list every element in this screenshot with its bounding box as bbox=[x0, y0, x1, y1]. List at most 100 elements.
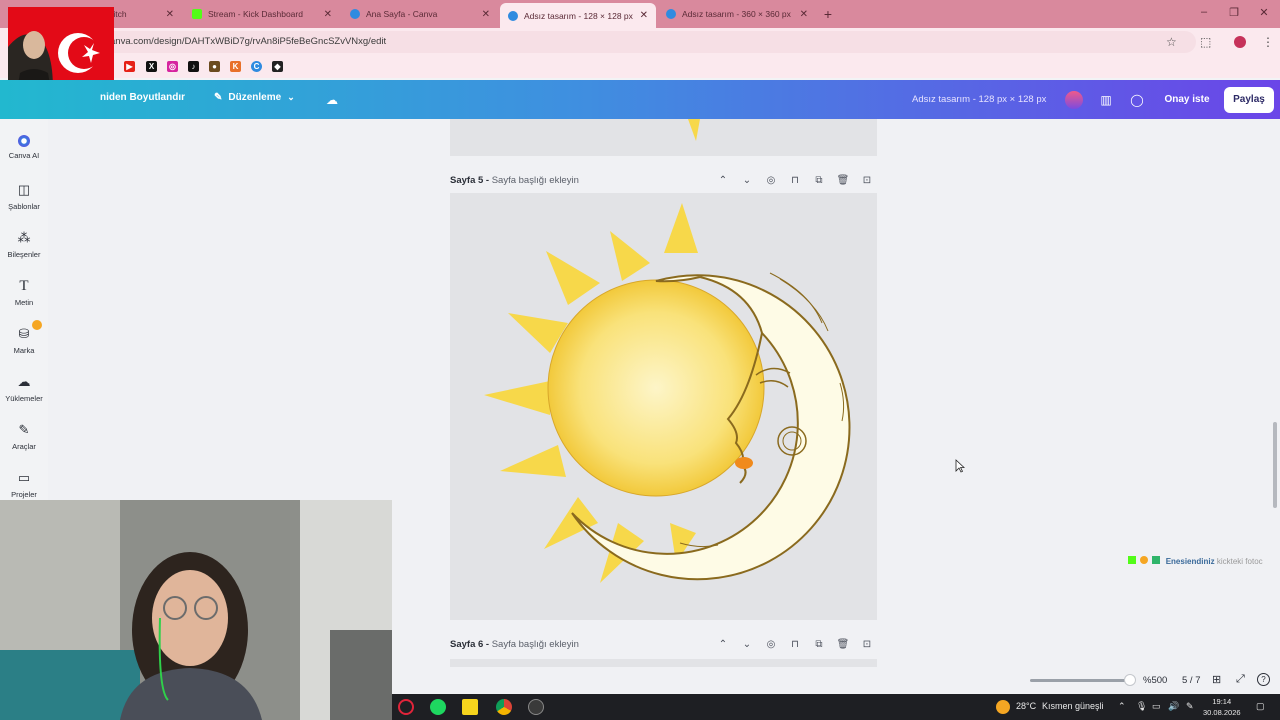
weather-icon bbox=[996, 700, 1010, 714]
lock-icon[interactable]: ⊓ bbox=[788, 175, 802, 186]
more-menu-icon[interactable]: ⋮ bbox=[1262, 35, 1274, 49]
request-approval-button[interactable]: Onay iste bbox=[1158, 87, 1216, 113]
pen-icon[interactable]: ✎ bbox=[1186, 701, 1194, 712]
edit-mode-dropdown[interactable]: ✎ Düzenleme ⌄ bbox=[214, 92, 295, 103]
os-taskbar: 28°C Kısmen güneşli ⌃ 🎙 ▭ 🔊 ✎ ▢ bbox=[392, 694, 1280, 720]
sidebar-item-brand[interactable]: ⛁ Marka bbox=[0, 320, 48, 355]
sidebar-item-canva-ai[interactable]: Canva AI bbox=[0, 135, 48, 160]
url-text: anva.com/design/DAHTxWBiD7g/rvAn8iP5feBe… bbox=[110, 36, 387, 47]
sidebar-item-tools[interactable]: ✎ Araçlar bbox=[0, 422, 48, 451]
tab-canva-home[interactable]: Ana Sayfa - Canva ✕ bbox=[342, 4, 498, 24]
youtube-icon[interactable]: ▶ bbox=[124, 61, 135, 72]
tab-design-360[interactable]: Adsız tasarım - 360 × 360 px ✕ bbox=[658, 4, 816, 24]
new-tab-button[interactable]: + bbox=[820, 6, 836, 22]
duplicate-icon[interactable]: ⧉ bbox=[812, 175, 826, 186]
page-4-canvas[interactable] bbox=[450, 119, 877, 156]
help-icon[interactable]: ? bbox=[1257, 673, 1270, 686]
hide-page-icon[interactable]: ◎ bbox=[764, 639, 778, 650]
taskbar-clock[interactable]: 19:14 30.08.2026 bbox=[1203, 696, 1241, 718]
chevron-down-icon[interactable]: ⌄ bbox=[740, 175, 754, 186]
bookmark-icon[interactable]: ● bbox=[209, 61, 220, 72]
page-indicator[interactable]: 5 / 7 bbox=[1182, 675, 1201, 686]
kick-bookmark-icon[interactable]: K bbox=[230, 61, 241, 72]
close-icon[interactable]: ✕ bbox=[482, 9, 490, 20]
hide-page-icon[interactable]: ◎ bbox=[764, 175, 778, 186]
tray-chevron-icon[interactable]: ⌃ bbox=[1118, 701, 1126, 712]
document-title[interactable]: Adsız tasarım - 128 px × 128 px bbox=[912, 94, 1046, 105]
page-6-canvas[interactable] bbox=[450, 659, 877, 667]
chevron-up-icon[interactable]: ⌃ bbox=[716, 639, 730, 650]
page-5-canvas[interactable] bbox=[450, 193, 877, 620]
x-icon[interactable]: X bbox=[146, 61, 157, 72]
close-icon[interactable]: ✕ bbox=[640, 10, 648, 21]
trash-icon[interactable]: 🗑 bbox=[836, 175, 850, 186]
network-icon[interactable]: ▭ bbox=[1152, 701, 1161, 712]
lock-icon[interactable]: ⊓ bbox=[788, 639, 802, 650]
close-icon[interactable]: ✕ bbox=[166, 9, 174, 20]
sun-moon-illustration[interactable] bbox=[450, 193, 877, 620]
minimize-icon[interactable]: – bbox=[1194, 6, 1214, 18]
url-field[interactable]: anva.com/design/DAHTxWBiD7g/rvAn8iP5feBe… bbox=[96, 31, 1196, 53]
close-icon[interactable]: ✕ bbox=[324, 9, 332, 20]
page-5-header[interactable]: Sayfa 5 - Sayfa başlığı ekleyin bbox=[450, 175, 579, 186]
sidebar-item-projects[interactable]: ▭ Projeler bbox=[0, 470, 48, 499]
restore-icon[interactable]: ❐ bbox=[1224, 6, 1244, 19]
profile-avatar[interactable] bbox=[1234, 36, 1246, 48]
zoom-slider[interactable] bbox=[1030, 679, 1130, 682]
bookmark-icon[interactable]: ◆ bbox=[272, 61, 283, 72]
tab-title: Ana Sayfa - Canva bbox=[366, 9, 438, 19]
zoom-slider-handle[interactable] bbox=[1124, 674, 1136, 686]
microphone-icon[interactable]: 🎙 bbox=[1136, 701, 1147, 712]
add-page-icon[interactable]: ⊡ bbox=[860, 175, 874, 186]
weather-temperature[interactable]: 28°C bbox=[1016, 701, 1036, 711]
page-title-placeholder[interactable]: Sayfa başlığı ekleyin bbox=[492, 639, 579, 650]
sidebar-item-text[interactable]: T Metin bbox=[0, 278, 48, 307]
tab-kick[interactable]: Stream - Kick Dashboard ✕ bbox=[184, 4, 340, 24]
close-window-icon[interactable]: ✕ bbox=[1254, 6, 1274, 19]
page-title-placeholder[interactable]: Sayfa başlığı ekleyin bbox=[492, 175, 579, 186]
share-button[interactable]: Paylaş bbox=[1224, 87, 1274, 113]
tab-design-128[interactable]: Adsız tasarım - 128 × 128 px ✕ bbox=[500, 3, 656, 28]
grid-view-icon[interactable]: ⊞ bbox=[1212, 673, 1221, 686]
sidebar-item-label: Bileşenler bbox=[7, 250, 41, 259]
zoom-level[interactable]: %500 bbox=[1143, 675, 1167, 686]
notification-icon[interactable]: ▢ bbox=[1256, 701, 1265, 712]
sidebar-item-elements[interactable]: ⁂ Bileşenler bbox=[0, 230, 48, 259]
bookmark-star-icon[interactable]: ☆ bbox=[1166, 35, 1177, 49]
tiktok-icon[interactable]: ♪ bbox=[188, 61, 199, 72]
cloud-save-icon[interactable]: ☁ bbox=[322, 90, 342, 110]
chevron-down-icon[interactable]: ⌄ bbox=[740, 639, 754, 650]
add-page-icon[interactable]: ⊡ bbox=[860, 639, 874, 650]
user-avatar[interactable] bbox=[1065, 91, 1083, 109]
sticky-notes-icon[interactable] bbox=[462, 699, 478, 715]
fullscreen-icon[interactable]: ⤢ bbox=[1236, 673, 1245, 686]
extensions-icon[interactable]: ⬚ bbox=[1200, 35, 1211, 49]
duplicate-icon[interactable]: ⧉ bbox=[812, 639, 826, 650]
volume-icon[interactable]: 🔊 bbox=[1168, 701, 1179, 712]
insights-chart-icon[interactable]: ▥ bbox=[1096, 90, 1116, 110]
spotify-icon[interactable] bbox=[430, 699, 446, 715]
clock-time: 19:14 bbox=[1212, 697, 1232, 706]
opera-icon[interactable] bbox=[398, 699, 414, 715]
chevron-up-icon[interactable]: ⌃ bbox=[716, 175, 730, 186]
comment-icon[interactable]: ◯ bbox=[1127, 90, 1147, 110]
instagram-icon[interactable]: ◎ bbox=[167, 61, 178, 72]
trash-icon[interactable]: 🗑 bbox=[836, 639, 850, 650]
canva-editor-header: niden Boyutlandır ✎ Düzenleme ⌄ ☁ Adsız … bbox=[0, 80, 1280, 119]
sidebar-item-templates[interactable]: ◫ Şablonlar bbox=[0, 182, 48, 211]
vertical-scrollbar[interactable] bbox=[1273, 422, 1277, 508]
brand-icon: ⛁ bbox=[18, 326, 30, 341]
chrome-icon[interactable] bbox=[496, 699, 512, 715]
close-icon[interactable]: ✕ bbox=[800, 9, 808, 20]
stream-watermark: Enesiendiniz kickteki fotoc bbox=[1128, 556, 1263, 566]
canva-favicon-icon bbox=[666, 9, 676, 19]
tools-icon: ✎ bbox=[18, 422, 30, 437]
sidebar-item-label: Yüklemeler bbox=[5, 394, 43, 403]
page-6-header[interactable]: Sayfa 6 - Sayfa başlığı ekleyin bbox=[450, 639, 579, 650]
uploads-icon: ☁ bbox=[17, 374, 31, 389]
canva-bookmark-icon[interactable]: C bbox=[251, 61, 262, 72]
resize-button[interactable]: niden Boyutlandır bbox=[100, 92, 185, 103]
weather-text[interactable]: Kısmen güneşli bbox=[1042, 701, 1104, 711]
sidebar-item-uploads[interactable]: ☁ Yüklemeler bbox=[0, 374, 48, 403]
obs-icon[interactable] bbox=[528, 699, 544, 715]
